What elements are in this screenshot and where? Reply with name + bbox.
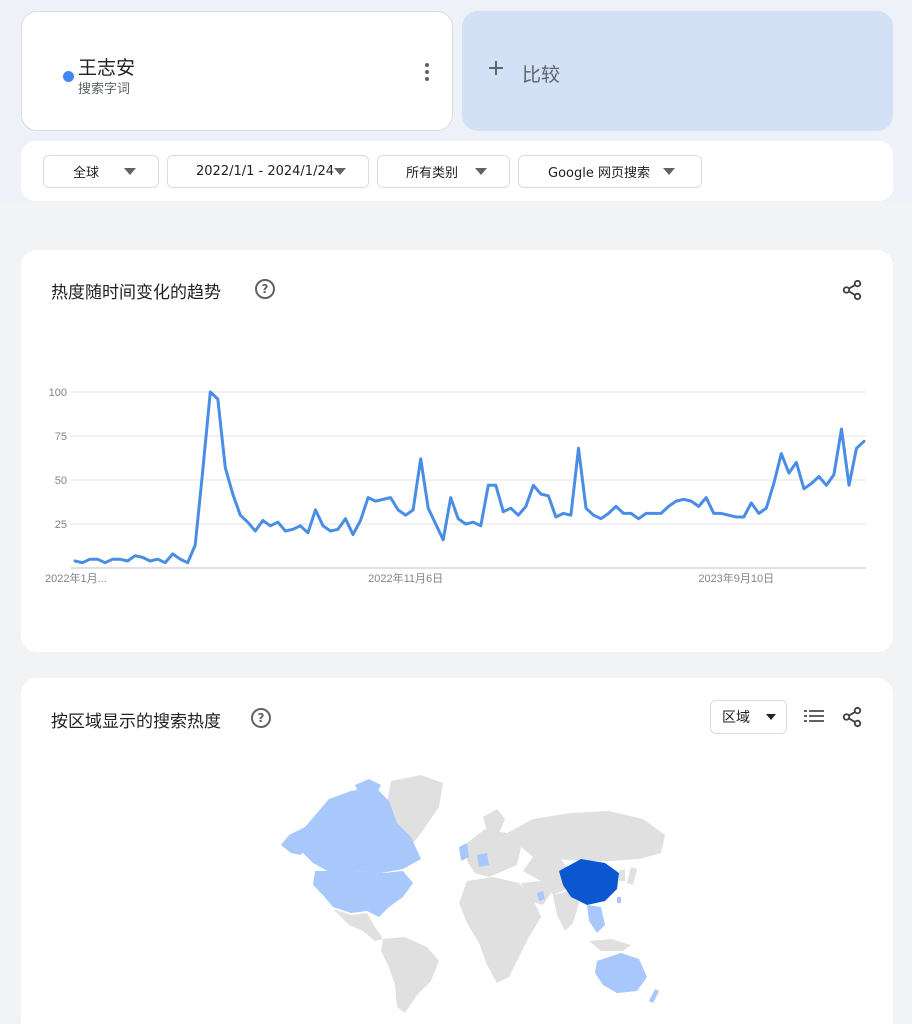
x-tick-label: 2023年9月10日 bbox=[698, 571, 774, 585]
trend-chart: 100 75 50 25 2022年1月... 2022年11月6日 2023年9月10日 bbox=[45, 387, 866, 585]
filter-location[interactable]: 全球 bbox=[43, 155, 159, 188]
map-region-south-america bbox=[381, 937, 439, 1013]
filter-location-label: 全球 bbox=[73, 166, 100, 181]
filter-bar: 全球 2022/1/1 - 2024/1/24 所有类别 Google 网页搜索 bbox=[21, 141, 893, 201]
map-region-taiwan bbox=[617, 897, 621, 903]
dropdown-arrow-icon bbox=[124, 168, 136, 175]
share-icon[interactable] bbox=[841, 706, 863, 728]
map-region-germany bbox=[477, 853, 489, 867]
more-vert-icon[interactable] bbox=[420, 60, 434, 84]
series-line[interactable] bbox=[73, 390, 866, 565]
region-title: 按区域显示的搜索热度 bbox=[51, 712, 221, 732]
search-term-card[interactable]: 王志安 搜索字词 bbox=[21, 11, 453, 131]
map-region-japan bbox=[627, 867, 637, 885]
plus-icon bbox=[487, 59, 505, 77]
y-tick-label: 100 bbox=[49, 387, 67, 399]
region-resolution-select[interactable]: 区域 bbox=[710, 700, 787, 734]
map-region-indonesia bbox=[589, 939, 631, 951]
map-region-southeast-asia bbox=[587, 905, 605, 933]
dropdown-arrow-icon bbox=[334, 168, 346, 175]
compare-button[interactable]: 比较 bbox=[462, 11, 893, 131]
filter-category[interactable]: 所有类别 bbox=[377, 155, 510, 188]
map-region-korea bbox=[619, 869, 625, 881]
help-circle-icon[interactable]: ? bbox=[251, 708, 271, 728]
share-icon[interactable] bbox=[841, 279, 863, 301]
list-icon[interactable] bbox=[804, 708, 824, 724]
term-name: 王志安 bbox=[78, 57, 136, 79]
map-region-usa bbox=[313, 871, 413, 917]
interest-by-region-card: 按区域显示的搜索热度 ? 区域 bbox=[21, 678, 893, 1024]
region-select-label: 区域 bbox=[722, 710, 750, 726]
world-map[interactable] bbox=[271, 773, 671, 1018]
help-circle-icon[interactable]: ? bbox=[255, 279, 275, 299]
term-type: 搜索字词 bbox=[78, 82, 131, 97]
filter-date-label: 2022/1/1 - 2024/1/24 bbox=[196, 164, 334, 179]
x-tick-label: 2022年1月... bbox=[45, 571, 107, 585]
map-region-russia bbox=[507, 811, 665, 861]
filter-category-label: 所有类别 bbox=[406, 166, 459, 181]
dropdown-arrow-icon bbox=[766, 714, 776, 720]
dropdown-arrow-icon bbox=[663, 168, 675, 175]
filter-date-range[interactable]: 2022/1/1 - 2024/1/24 bbox=[167, 155, 369, 188]
y-tick-label: 50 bbox=[55, 475, 67, 487]
compare-label: 比较 bbox=[522, 64, 561, 86]
filter-search-type-label: Google 网页搜索 bbox=[548, 166, 650, 181]
y-tick-label: 75 bbox=[55, 431, 67, 443]
x-tick-label: 2022年11月6日 bbox=[368, 571, 443, 585]
term-color-dot bbox=[63, 71, 74, 82]
interest-over-time-card: 100 75 50 25 2022年1月... 2022年11月6日 2023年9月10日 … bbox=[21, 250, 893, 652]
map-region-new-zealand bbox=[649, 989, 659, 1003]
map-region-australia bbox=[595, 953, 647, 993]
trend-title: 热度随时间变化的趋势 bbox=[51, 283, 221, 303]
y-tick-label: 25 bbox=[55, 519, 67, 531]
dropdown-arrow-icon bbox=[475, 168, 487, 175]
filter-search-type[interactable]: Google 网页搜索 bbox=[518, 155, 702, 188]
